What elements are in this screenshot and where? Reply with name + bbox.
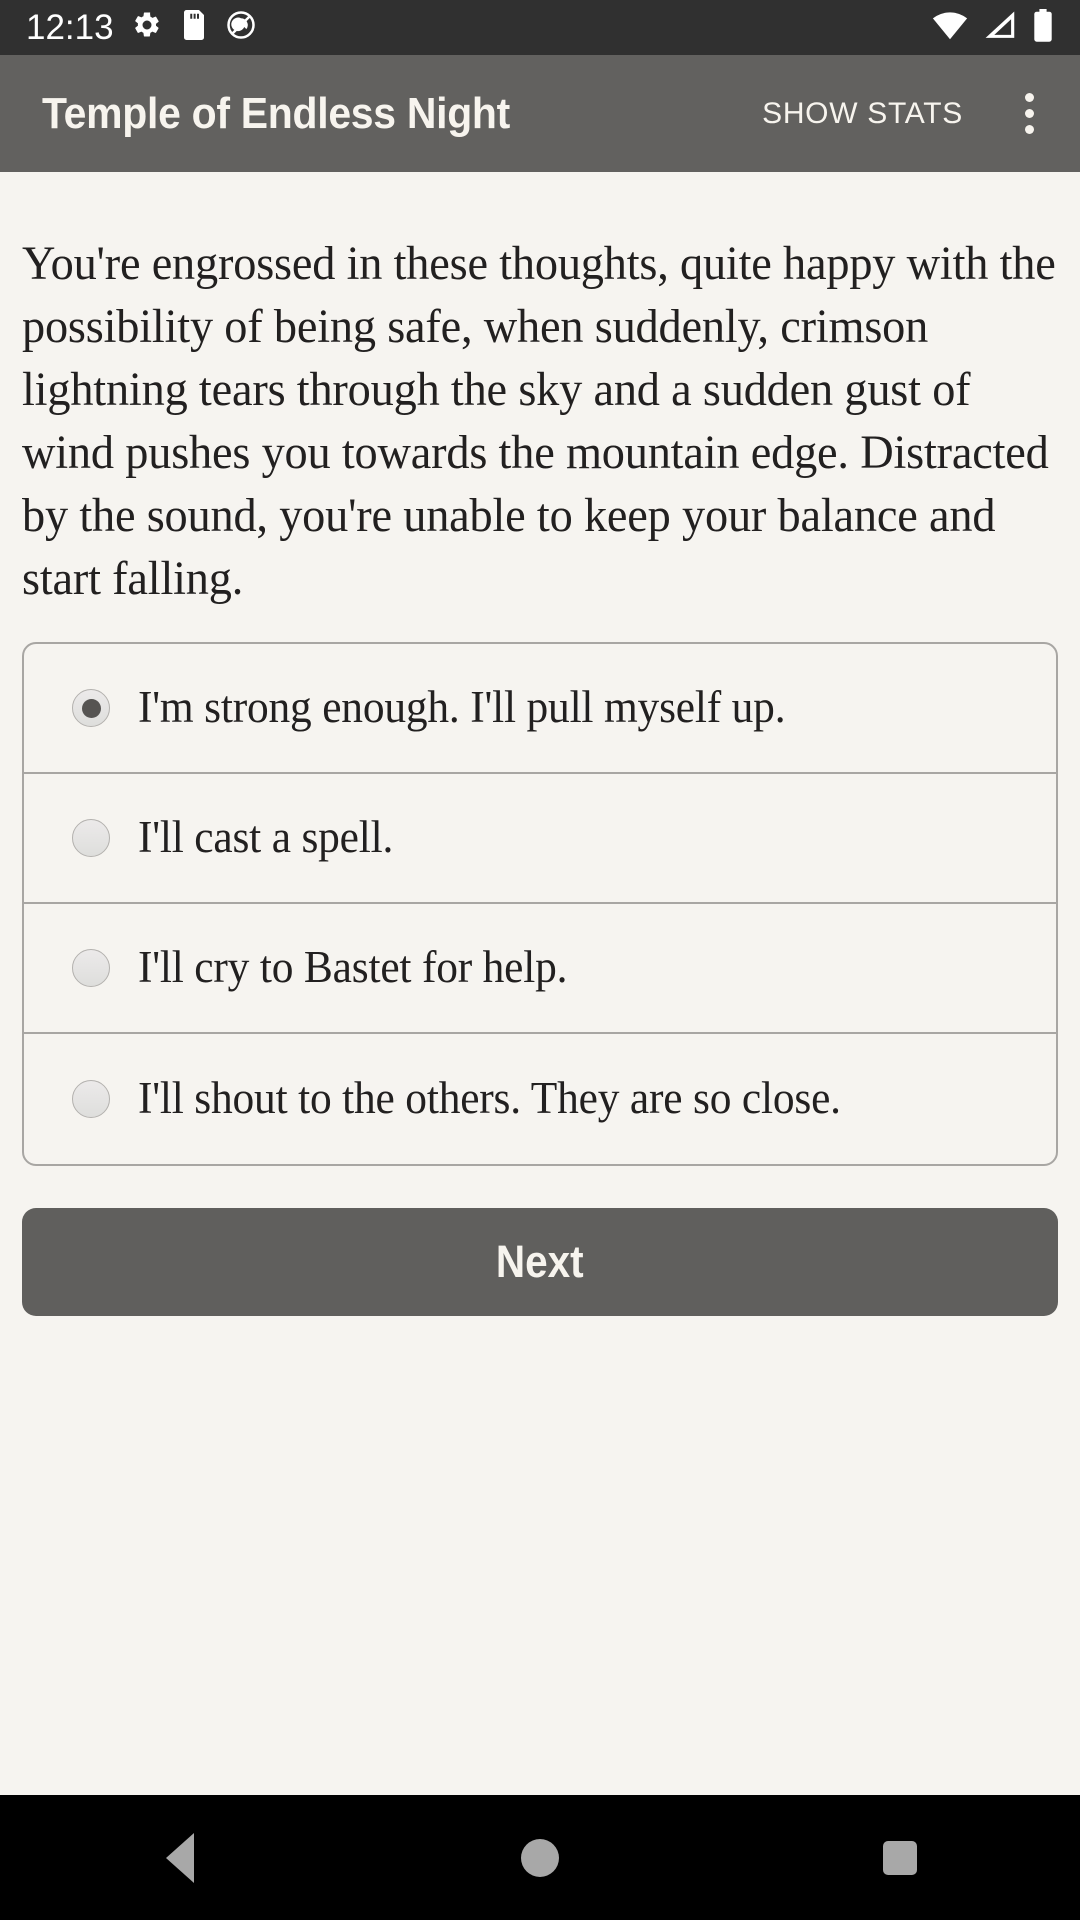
radio-selected-dot xyxy=(81,698,101,718)
more-vert-icon[interactable] xyxy=(1009,83,1050,144)
status-bar-right xyxy=(932,8,1054,47)
status-bar-clock: 12:13 xyxy=(26,8,114,47)
page-title: Temple of Endless Night xyxy=(42,88,511,138)
story-paragraph: You're engrossed in these thoughts, quit… xyxy=(22,237,1056,605)
option-label: I'll shout to the others. They are so cl… xyxy=(138,1073,841,1124)
next-button[interactable]: Next xyxy=(22,1208,1058,1316)
recents-icon xyxy=(883,1840,917,1875)
menu-dot xyxy=(1025,109,1034,118)
status-bar: 12:13 xyxy=(0,0,1080,55)
nav-recents-button[interactable] xyxy=(800,1795,1000,1920)
option-label: I'm strong enough. I'll pull myself up. xyxy=(138,682,786,733)
options-card: I'm strong enough. I'll pull myself up. … xyxy=(22,642,1058,1166)
app-bar: Temple of Endless Night SHOW STATS xyxy=(0,55,1080,172)
home-icon xyxy=(521,1838,559,1877)
option-label: I'll cast a spell. xyxy=(138,812,394,863)
option-row-2[interactable]: I'll cry to Bastet for help. xyxy=(24,904,1056,1034)
do-not-disturb-icon xyxy=(226,10,256,45)
menu-dot xyxy=(1025,93,1034,102)
next-button-label: Next xyxy=(496,1236,584,1287)
sd-card-icon xyxy=(180,10,208,45)
radio-button-icon[interactable] xyxy=(72,689,110,727)
radio-button-icon[interactable] xyxy=(72,1080,110,1118)
system-navigation-bar xyxy=(0,1795,1080,1920)
wifi-icon xyxy=(932,10,968,45)
status-bar-left: 12:13 xyxy=(26,10,256,45)
show-stats-button[interactable]: SHOW STATS xyxy=(752,83,973,145)
nav-back-button[interactable] xyxy=(80,1795,280,1920)
battery-icon xyxy=(1032,8,1054,47)
option-row-0[interactable]: I'm strong enough. I'll pull myself up. xyxy=(24,644,1056,774)
option-row-1[interactable]: I'll cast a spell. xyxy=(24,774,1056,904)
main-content: You're engrossed in these thoughts, quit… xyxy=(0,172,1080,1795)
option-row-3[interactable]: I'll shout to the others. They are so cl… xyxy=(24,1034,1056,1164)
nav-home-button[interactable] xyxy=(440,1795,640,1920)
radio-button-icon[interactable] xyxy=(72,949,110,987)
menu-dot xyxy=(1025,125,1034,134)
cellular-signal-icon xyxy=(983,10,1017,45)
radio-button-icon[interactable] xyxy=(72,819,110,857)
phone-screen: 12:13 Temple of Endless Night SHOW STATS… xyxy=(0,0,1080,1920)
back-icon xyxy=(166,1832,194,1883)
option-label: I'll cry to Bastet for help. xyxy=(138,942,568,993)
gear-icon xyxy=(132,10,162,45)
